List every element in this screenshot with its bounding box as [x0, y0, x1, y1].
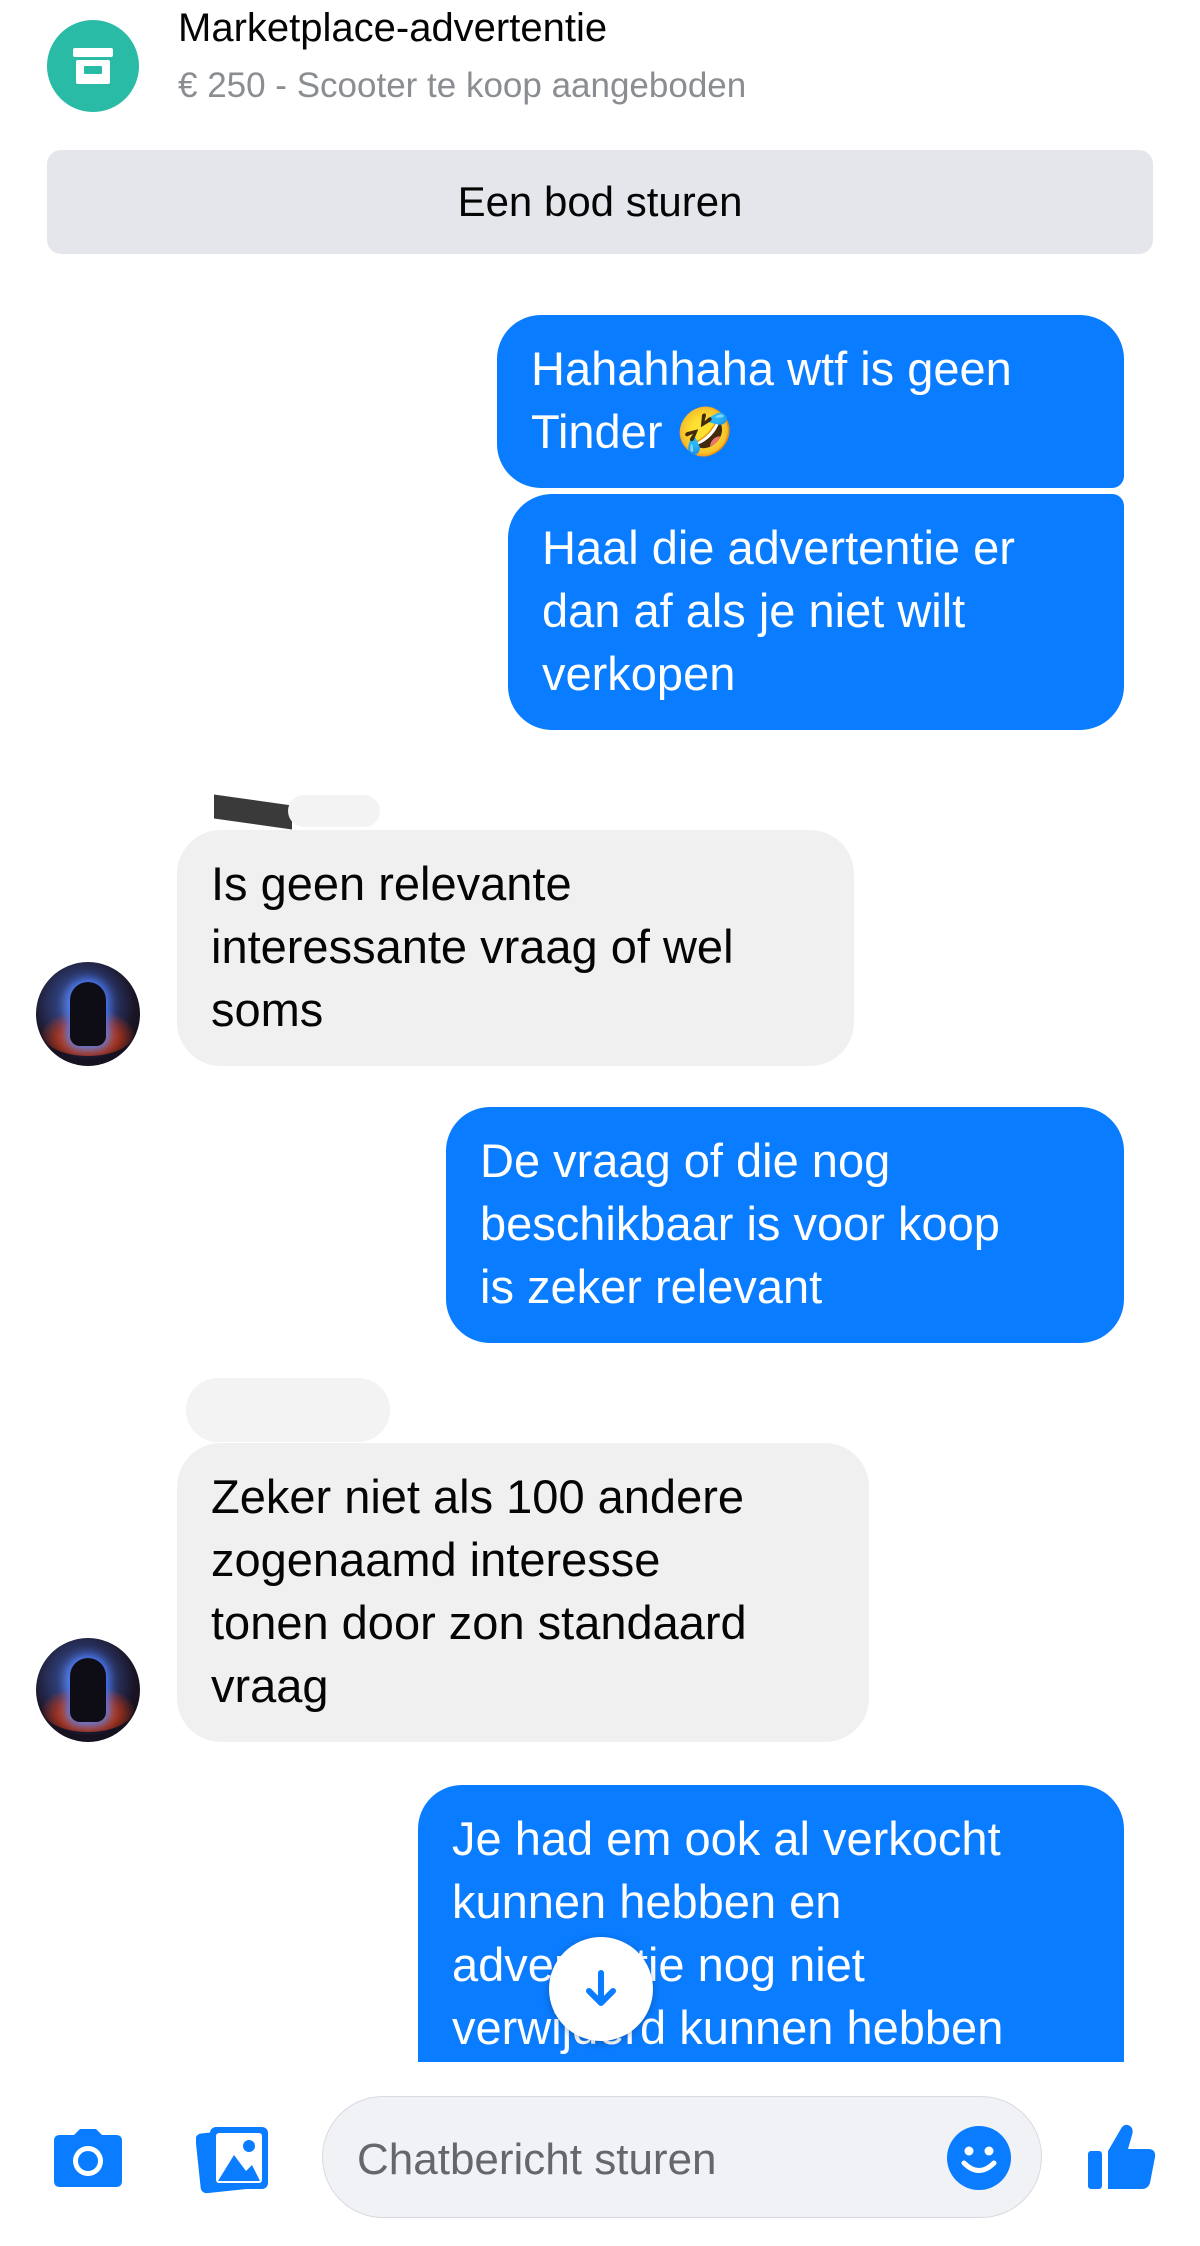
thumbs-up-button[interactable] [1086, 2123, 1158, 2196]
message-line: De vraag of die nog [480, 1134, 891, 1187]
message-line: Is geen relevante [211, 857, 572, 910]
message-line: verwijderd kunnen hebben [452, 2001, 1004, 2054]
message-bubble-received[interactable]: Is geen relevante interessante vraag of … [177, 830, 854, 1066]
listing-title: Marketplace-advertentie [178, 6, 608, 50]
camera-button[interactable] [52, 2127, 124, 2194]
send-offer-button[interactable]: Een bod sturen [47, 150, 1153, 254]
listing-subtitle: € 250 - Scooter te koop aangeboden [178, 66, 747, 105]
message-line: interessante vraag of wel [211, 920, 734, 973]
marketplace-store-icon [47, 20, 139, 112]
message-input[interactable]: Chatbericht sturen [322, 2096, 1042, 2218]
contact-avatar[interactable] [36, 1638, 140, 1742]
redacted-sender-name [186, 1378, 390, 1442]
message-line: dan af als je niet wilt [542, 584, 966, 637]
emoji-icon[interactable] [945, 2124, 1013, 2192]
scroll-to-bottom-button[interactable] [549, 1937, 653, 2041]
chat-screen: Marketplace-advertentie € 250 - Scooter … [0, 0, 1200, 2246]
message-input-placeholder: Chatbericht sturen [357, 2135, 717, 2184]
message-line: Hahahhaha wtf is geen [531, 342, 1012, 395]
message-line: vraag [211, 1659, 329, 1712]
message-line: beschikbaar is voor koop [480, 1197, 1000, 1250]
message-bubble-sent[interactable]: Je had em ook al verkocht kunnen hebben … [418, 1785, 1124, 2070]
thumbs-up-icon [1088, 2124, 1156, 2189]
message-line: advertentie nog niet [452, 1938, 865, 1991]
message-line: Haal die advertentie er [542, 521, 1015, 574]
message-bubble-sent[interactable]: De vraag of die nog beschikbaar is voor … [446, 1107, 1124, 1343]
message-line: kunnen hebben en [452, 1875, 842, 1928]
contact-avatar[interactable] [36, 962, 140, 1066]
message-line: verkopen [542, 647, 736, 700]
message-bubble-sent[interactable]: Hahahhaha wtf is geen Tinder 🤣 [497, 315, 1124, 488]
message-line: Tinder 🤣 [531, 405, 735, 458]
message-line: is zeker relevant [480, 1260, 823, 1313]
message-composer: Chatbericht sturen [0, 2062, 1200, 2246]
gallery-icon [195, 2127, 268, 2194]
message-line: soms [211, 983, 324, 1036]
arrow-down-icon [586, 1970, 616, 2006]
gallery-button[interactable] [195, 2125, 270, 2200]
message-line: Zeker niet als 100 andere [211, 1470, 744, 1523]
message-bubble-received[interactable]: Zeker niet als 100 andere zogenaamd inte… [177, 1443, 869, 1742]
redacted-sender-name [214, 794, 292, 830]
redacted-sender-name [288, 795, 380, 827]
message-line: Je had em ook al verkocht [452, 1812, 1001, 1865]
message-bubble-sent[interactable]: Haal die advertentie er dan af als je ni… [508, 494, 1124, 730]
marketplace-header[interactable]: Marketplace-advertentie € 250 - Scooter … [0, 0, 1200, 130]
camera-icon [54, 2129, 122, 2187]
message-line: zogenaamd interesse [211, 1533, 661, 1586]
message-line: tonen door zon standaard [211, 1596, 747, 1649]
